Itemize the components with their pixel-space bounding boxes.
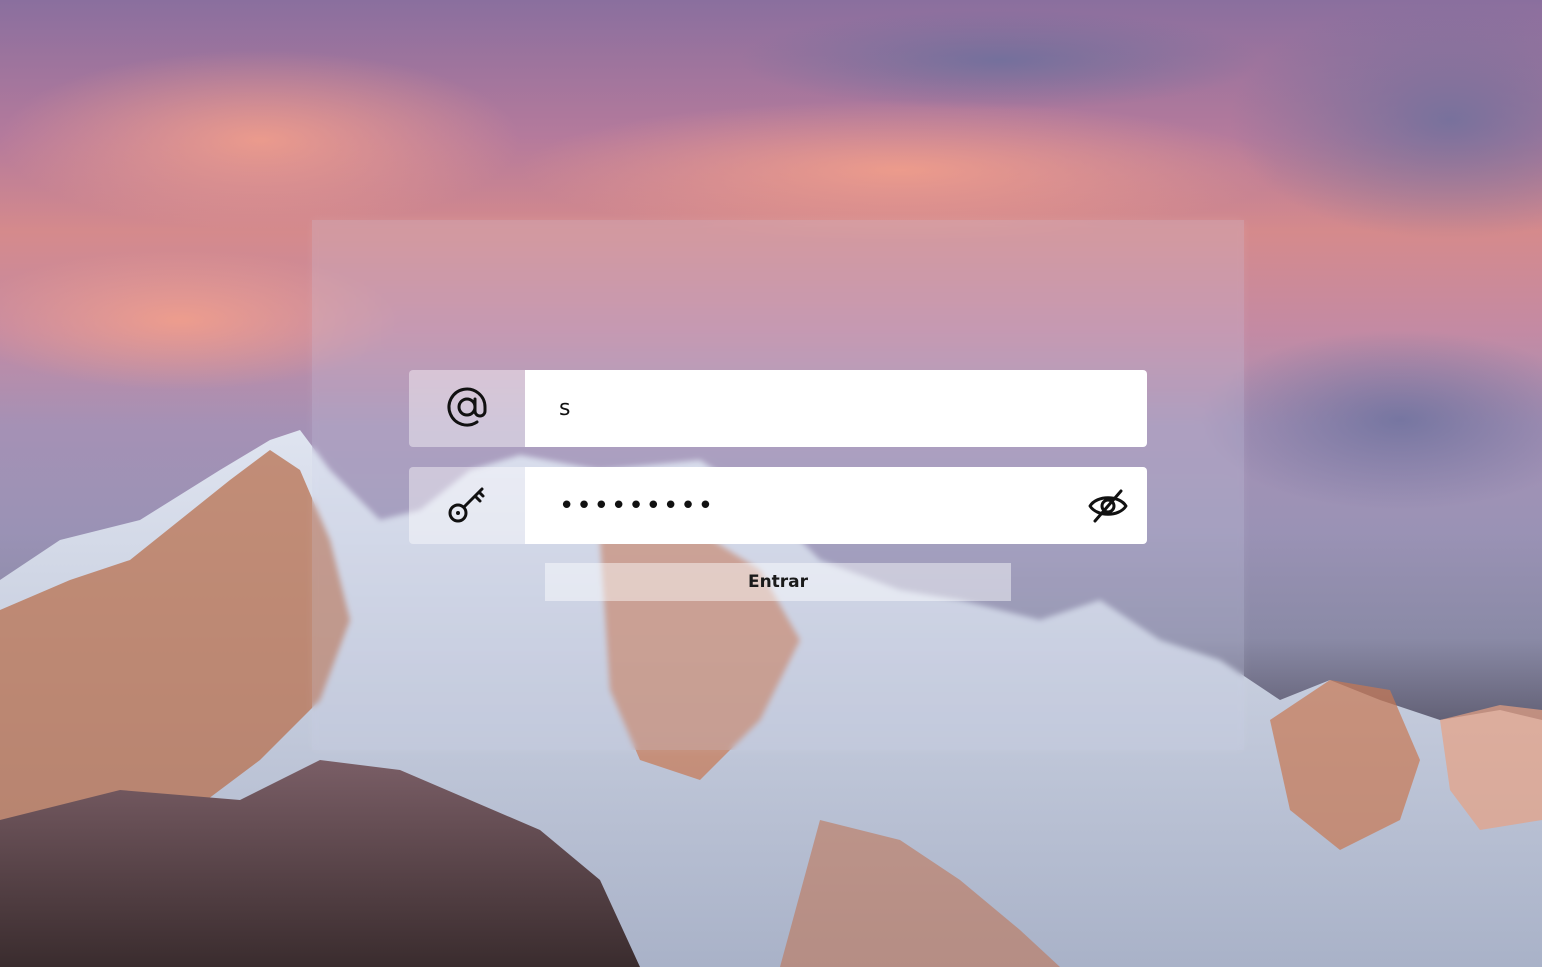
password-input[interactable] [557,474,1081,537]
email-field-row [409,370,1147,447]
email-icon-cell [409,370,525,447]
submit-button[interactable]: Entrar [545,563,1011,601]
password-input-cell [525,467,1147,544]
login-panel: Entrar [312,220,1244,750]
eye-off-icon[interactable] [1087,485,1129,527]
at-sign-icon [445,385,489,433]
password-field-row [409,467,1147,544]
key-icon [445,482,489,530]
desktop-background: Entrar [0,0,1542,967]
email-input[interactable] [557,377,1081,440]
email-input-cell [525,370,1147,447]
password-icon-cell [409,467,525,544]
